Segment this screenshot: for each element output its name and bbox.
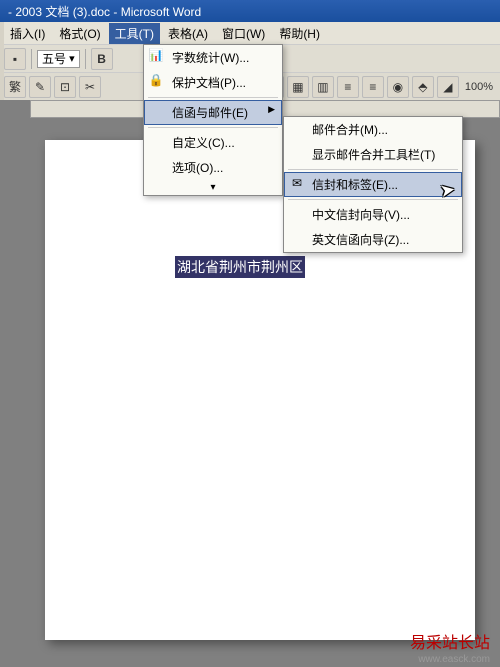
menu-table[interactable]: 表格(A) [162, 23, 214, 44]
menu-options[interactable]: 选项(O)... [144, 155, 282, 180]
selected-text[interactable]: 湖北省荆州市荆州区 [175, 256, 305, 278]
menu-mail-merge[interactable]: 邮件合并(M)... [284, 117, 462, 142]
fan-button[interactable]: 繁 [4, 76, 26, 98]
table-icon[interactable]: ▦ [287, 76, 309, 98]
separator [85, 49, 86, 69]
word-count-icon: 📊 [148, 48, 164, 64]
envelope-icon: ✉ [289, 176, 305, 192]
separator [31, 49, 32, 69]
menu-chinese-wizard[interactable]: 中文信封向导(V)... [284, 202, 462, 227]
separator [288, 169, 458, 170]
title-bar: - 2003 文档 (3).doc - Microsoft Word [0, 0, 500, 22]
list-icon[interactable]: ≡ [337, 76, 359, 98]
menu-protect-doc[interactable]: 🔒 保护文档(P)... [144, 70, 282, 95]
menu-help[interactable]: 帮助(H) [273, 23, 326, 44]
menu-format[interactable]: 格式(O) [53, 23, 106, 44]
menu-english-wizard[interactable]: 英文信函向导(Z)... [284, 227, 462, 252]
watermark-url: www.easck.com [418, 654, 490, 665]
letters-submenu: 邮件合并(M)... 显示邮件合并工具栏(T) ✉ 信封和标签(E)... 中文… [283, 116, 463, 253]
separator [148, 97, 278, 98]
toolbar-icon[interactable]: ◢ [437, 76, 459, 98]
toolbar-button[interactable]: ▪ [4, 48, 26, 70]
menu-tools[interactable]: 工具(T) [109, 23, 160, 44]
tools-dropdown: 📊 字数统计(W)... 🔒 保护文档(P)... 信函与邮件(E) 自定义(C… [143, 44, 283, 196]
toolbar-icon[interactable]: ⬘ [412, 76, 434, 98]
toolbar-icon[interactable]: ⊡ [54, 76, 76, 98]
bold-button[interactable]: B [91, 48, 113, 70]
menu-window[interactable]: 窗口(W) [216, 23, 271, 44]
menu-customize[interactable]: 自定义(C)... [144, 130, 282, 155]
menu-letters-mail[interactable]: 信函与邮件(E) [144, 100, 282, 125]
separator [288, 199, 458, 200]
separator [148, 127, 278, 128]
protect-icon: 🔒 [148, 73, 164, 89]
menu-word-count[interactable]: 📊 字数统计(W)... [144, 45, 282, 70]
list-icon[interactable]: ≡ [362, 76, 384, 98]
watermark-text: 易采站长站 [410, 629, 490, 653]
cut-icon[interactable]: ✂ [79, 76, 101, 98]
window-title: - 2003 文档 (3).doc - Microsoft Word [8, 3, 201, 20]
columns-icon[interactable]: ▥ [312, 76, 334, 98]
zoom-level[interactable]: 100% [462, 80, 496, 94]
toolbar-icon[interactable]: ◉ [387, 76, 409, 98]
menu-bar: 插入(I) 格式(O) 工具(T) 表格(A) 窗口(W) 帮助(H) [0, 22, 500, 44]
menu-envelopes-labels[interactable]: ✉ 信封和标签(E)... [284, 172, 462, 197]
menu-insert[interactable]: 插入(I) [4, 23, 51, 44]
expand-chevron-icon[interactable]: ▾ [144, 180, 282, 195]
menu-show-toolbar[interactable]: 显示邮件合并工具栏(T) [284, 142, 462, 167]
toolbar-icon[interactable]: ✎ [29, 76, 51, 98]
font-size-box[interactable]: 五号 ▾ [37, 50, 80, 68]
